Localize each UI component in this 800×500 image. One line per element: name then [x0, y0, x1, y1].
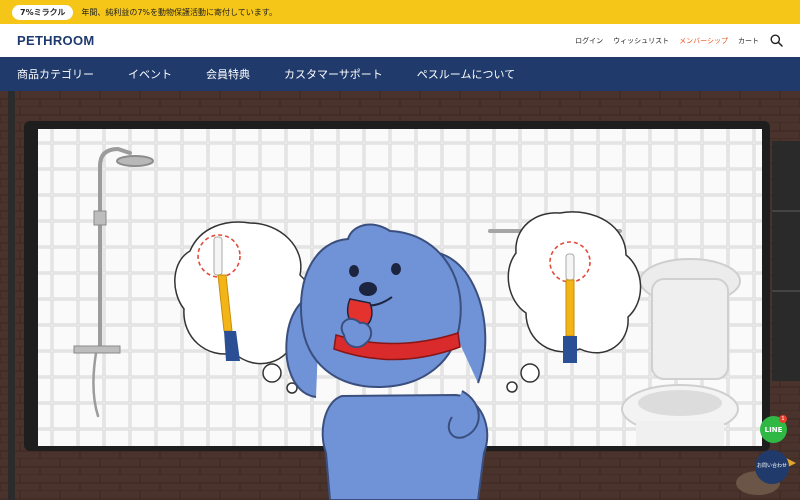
announcement-text: 年間、純利益の7%を動物保護活動に寄付しています。	[81, 7, 277, 17]
miracle-badge[interactable]: 7%ミラクル	[12, 4, 74, 20]
hero-banner	[0, 91, 800, 500]
line-label: LINE	[764, 425, 783, 434]
nav-item-customer-support[interactable]: カスタマーサポート	[284, 66, 383, 82]
contact-label: お問い合わせ	[756, 463, 787, 470]
nav-item-categories[interactable]: 商品カテゴリー	[17, 66, 94, 82]
utility-nav: ログイン ウィッシュリスト メンバーシップ カート	[575, 34, 783, 48]
nav-item-about[interactable]: ペスルームについて	[417, 66, 515, 82]
side-window	[772, 141, 800, 381]
search-icon[interactable]	[769, 34, 783, 48]
nav-item-member-benefits[interactable]: 会員特典	[206, 66, 250, 82]
nav-item-events[interactable]: イベント	[128, 66, 172, 82]
logo[interactable]: PETHROOM	[17, 33, 95, 48]
main-nav: 商品カテゴリー イベント 会員特典 カスタマーサポート ペスルームについて	[0, 57, 800, 91]
drainpipe	[8, 91, 15, 500]
notification-badge: 1	[779, 415, 787, 423]
announcement-bar: 7%ミラクル 年間、純利益の7%を動物保護活動に寄付しています。	[0, 0, 800, 24]
hero-illustration	[0, 91, 800, 500]
header: PETHROOM ログイン ウィッシュリスト メンバーシップ カート	[0, 24, 800, 57]
login-link[interactable]: ログイン	[575, 36, 603, 46]
wishlist-link[interactable]: ウィッシュリスト	[613, 36, 669, 46]
cart-link[interactable]: カート	[738, 36, 759, 46]
contact-button[interactable]: お問い合わせ	[755, 450, 789, 484]
membership-link[interactable]: メンバーシップ	[679, 36, 728, 46]
